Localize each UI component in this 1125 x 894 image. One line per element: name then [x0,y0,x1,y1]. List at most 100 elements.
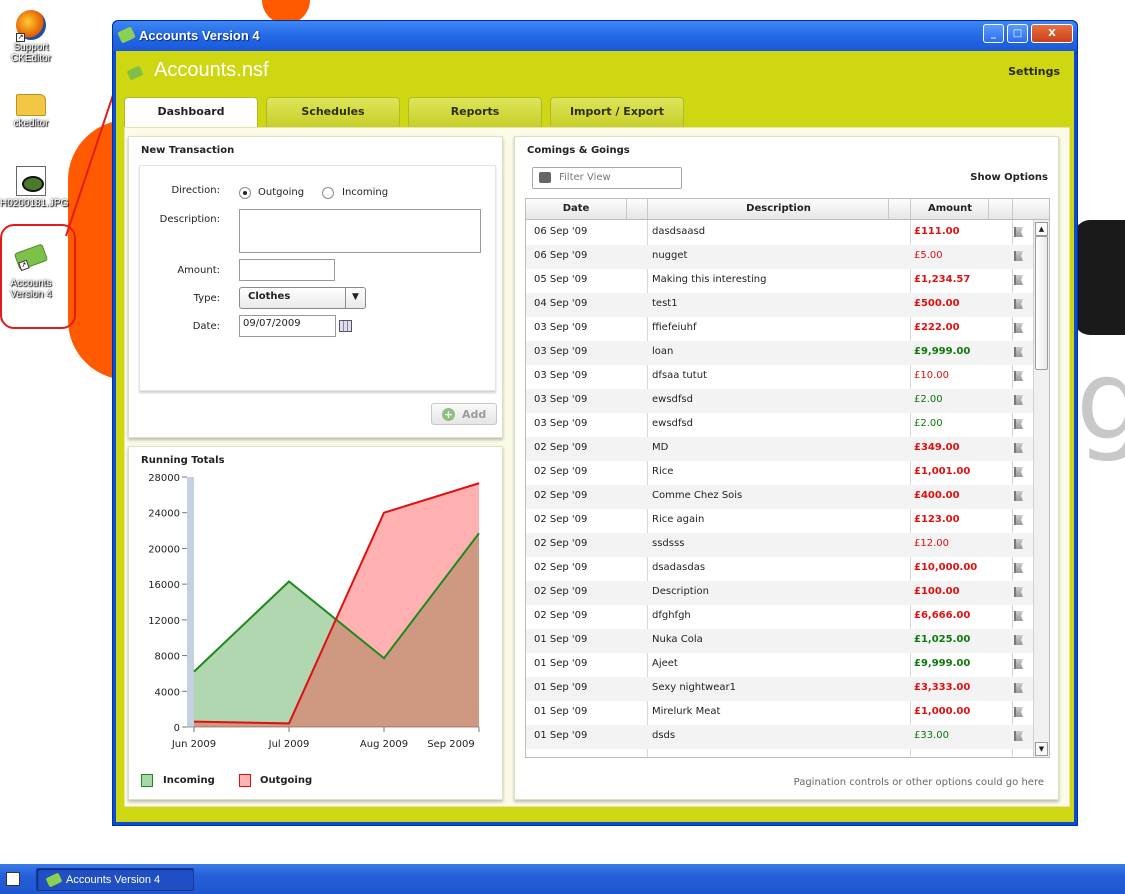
row-description: dsadasdas [652,562,706,573]
show-options-link[interactable]: Show Options [970,172,1048,183]
row-date: 02 Sep '09 [534,586,588,597]
direction-incoming-label[interactable]: Incoming [342,187,388,198]
date-input[interactable]: 09/07/2009 [239,315,336,337]
wallpaper-logo-glyph: g [1076,336,1125,464]
flag-icon[interactable] [1014,419,1023,429]
table-row[interactable]: 01 Sep '09 Nuka Cola £1,025.00 [526,629,1034,653]
direction-incoming-radio[interactable] [322,187,334,199]
flag-icon[interactable] [1014,467,1023,477]
flag-icon[interactable] [1014,515,1023,525]
taskbar: Accounts Version 4 [0,864,1125,894]
column-header-amount[interactable]: Amount [910,203,990,214]
x-tick-label: Sep 2009 [427,739,474,750]
table-row[interactable]: 02 Sep '09 Description £100.00 [526,581,1034,605]
flag-icon[interactable] [1014,659,1023,669]
settings-link[interactable]: Settings [1008,65,1060,78]
table-row[interactable]: 01 Sep '09 dsds £33.00 [526,725,1034,749]
row-amount: £9,999.00 [914,658,971,669]
flag-icon[interactable] [1014,635,1023,645]
table-row[interactable]: 06 Sep '09 dasdsaasd £111.00 [526,221,1034,245]
flag-icon[interactable] [1014,371,1023,381]
flag-icon[interactable] [1014,731,1023,741]
scroll-up-button[interactable]: ▲ [1035,222,1048,236]
table-row[interactable]: 02 Sep '09 ssdsss £12.00 [526,533,1034,557]
amount-input[interactable] [239,259,335,281]
row-date: 01 Sep '09 [534,730,588,741]
grid-scrollbar[interactable]: ▲ ▼ [1033,220,1049,757]
tab-dashboard[interactable]: Dashboard [124,97,258,128]
filter-view-input[interactable]: Filter View [532,167,682,189]
window-titlebar[interactable]: Accounts Version 4 _ □ X [113,21,1077,51]
flag-icon[interactable] [1014,539,1023,549]
tab-schedules[interactable]: Schedules [266,97,400,127]
calendar-icon[interactable] [339,320,352,332]
column-header-description[interactable]: Description [647,203,910,214]
flag-icon[interactable] [1014,323,1023,333]
table-row[interactable]: 04 Sep '09 test1 £500.00 [526,293,1034,317]
maximize-button[interactable]: □ [1007,24,1028,43]
flag-icon[interactable] [1014,563,1023,573]
type-select-value: Clothes [248,291,291,302]
show-desktop-icon[interactable] [6,872,20,886]
row-description: Mirelurk Meat [652,706,721,717]
flag-icon[interactable] [1014,587,1023,597]
flag-icon[interactable] [1014,491,1023,501]
row-amount: £1,000.00 [914,706,971,717]
running-totals-card: Running Totals 28000 24000 20000 16000 12000… [128,446,503,800]
scroll-thumb[interactable] [1035,236,1048,370]
flag-icon[interactable] [1014,443,1023,453]
flag-icon[interactable] [1014,227,1023,237]
table-row[interactable]: 02 Sep '09 Rice again £123.00 [526,509,1034,533]
tab-import-export[interactable]: Import / Export [550,97,684,127]
table-row[interactable]: 05 Sep '09 Making this interesting £1,234.… [526,269,1034,293]
flag-icon[interactable] [1014,299,1023,309]
column-resizer[interactable] [626,199,627,219]
row-description: ewsdfsd [652,418,693,429]
flag-icon[interactable] [1014,707,1023,717]
flag-icon[interactable] [1014,347,1023,357]
row-date: 02 Sep '09 [534,466,588,477]
y-tick-label: 28000 [148,473,180,484]
flag-icon[interactable] [1014,251,1023,261]
table-row[interactable]: 02 Sep '09 dfghfgh £6,666.00 [526,605,1034,629]
column-resizer[interactable] [888,199,889,219]
table-row[interactable]: 03 Sep '09 loan £9,999.00 [526,341,1034,365]
legend-swatch-incoming [141,774,153,787]
direction-outgoing-label[interactable]: Outgoing [258,187,304,198]
table-row[interactable]: 01 Sep '09 Mirelurk Meat £1,000.00 [526,701,1034,725]
table-row[interactable]: 01 Sep '09 Sexy nightwear1 £3,333.00 [526,677,1034,701]
direction-outgoing-radio[interactable] [239,187,251,199]
pagination-placeholder-text: Pagination controls or other options cou… [793,777,1044,788]
table-row[interactable]: 06 Sep '09 nugget £5.00 [526,245,1034,269]
table-row[interactable]: 02 Sep '09 dsadasdas £10,000.00 [526,557,1034,581]
table-row[interactable]: 03 Sep '09 dfsaa tutut £10.00 [526,365,1034,389]
flag-icon[interactable] [1014,683,1023,693]
running-totals-chart: 28000 24000 20000 16000 12000 8000 4000 0 Jun 20… [148,473,480,750]
flag-icon[interactable] [1014,275,1023,285]
chevron-down-icon[interactable]: ▼ [345,288,365,308]
description-textarea[interactable] [239,209,481,253]
scroll-down-button[interactable]: ▼ [1035,742,1048,756]
column-resizer[interactable] [988,199,989,219]
table-row[interactable]: 02 Sep '09 MD £349.00 [526,437,1034,461]
flag-icon[interactable] [1014,611,1023,621]
column-header-date[interactable]: Date [526,203,626,214]
tab-reports[interactable]: Reports [408,97,542,127]
app-title: Accounts.nsf [154,59,269,81]
table-row[interactable]: 02 Sep '09 Rice £1,001.00 [526,461,1034,485]
table-row[interactable]: 03 Sep '09 ewsdfsd £2.00 [526,389,1034,413]
amount-label: Amount: [177,265,220,276]
table-row[interactable]: 01 Sep '09 Ajeet £9,999.00 [526,653,1034,677]
table-row[interactable]: 03 Sep '09 ewsdfsd £2.00 [526,413,1034,437]
taskbar-task-accounts[interactable]: Accounts Version 4 [36,868,194,891]
table-row[interactable]: 02 Sep '09 Comme Chez Sois £400.00 [526,485,1034,509]
close-button[interactable]: X [1031,24,1073,43]
table-row[interactable]: 03 Sep '09 ffiefeiuhf £222.00 [526,317,1034,341]
add-button[interactable]: + Add [431,403,497,425]
type-select[interactable]: Clothes ▼ [239,287,366,309]
flag-icon[interactable] [1014,395,1023,405]
row-date: 02 Sep '09 [534,514,588,525]
filter-view-placeholder: Filter View [559,172,611,183]
row-date: 05 Sep '09 [534,274,588,285]
minimize-button[interactable]: _ [983,24,1004,43]
